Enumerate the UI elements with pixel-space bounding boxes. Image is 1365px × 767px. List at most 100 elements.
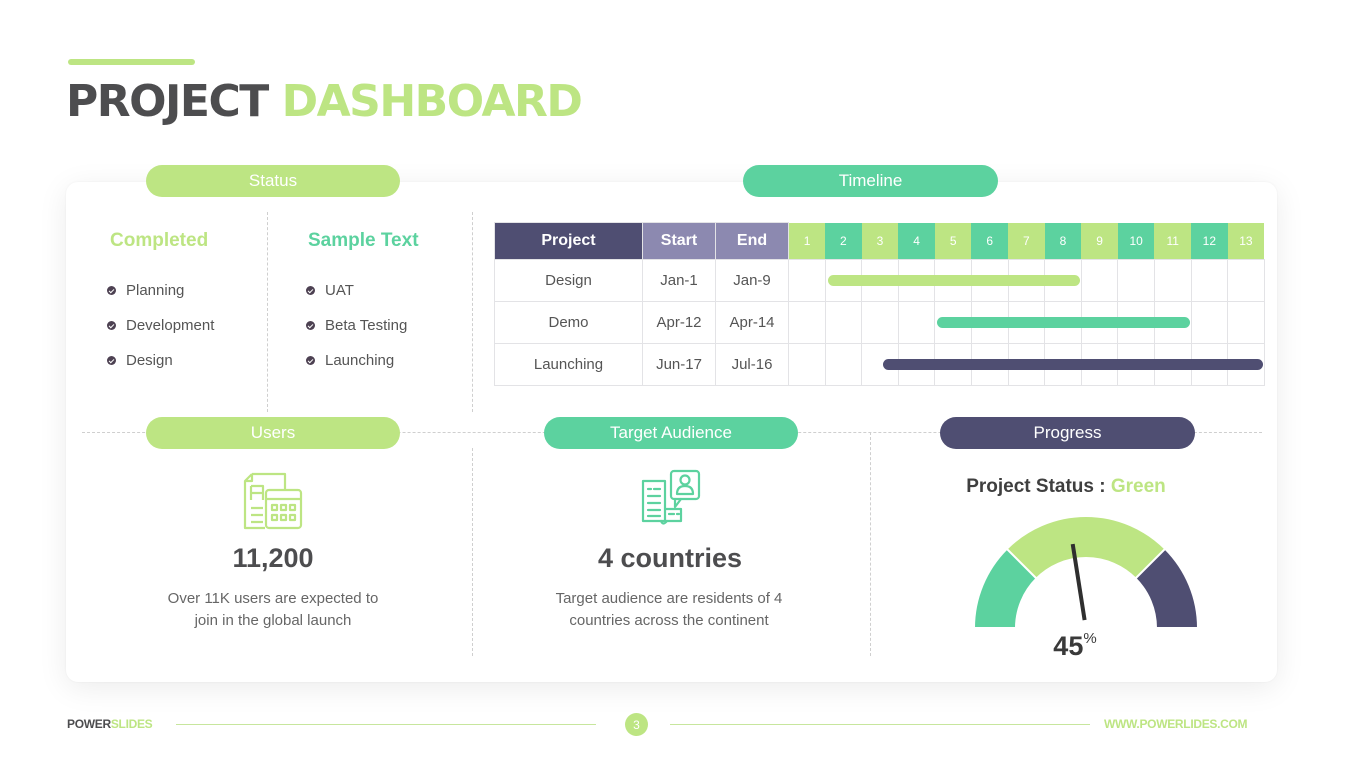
check-circle-icon	[306, 321, 315, 330]
list-item-label: Beta Testing	[325, 317, 408, 334]
footer-url[interactable]: WWW.POWERLIDES.COM	[1104, 717, 1248, 731]
week-header-1: 1	[788, 222, 826, 260]
table-row: Launching Jun-17 Jul-16	[494, 343, 1265, 386]
timeline-pill: Timeline	[743, 165, 998, 197]
list-item: UAT	[306, 273, 407, 308]
footer-line-right	[670, 724, 1090, 725]
check-circle-icon	[306, 356, 315, 365]
week-cell	[788, 259, 1080, 302]
week-header-12: 12	[1191, 222, 1228, 260]
week-cell	[897, 301, 936, 344]
week-header-7: 7	[1008, 222, 1045, 260]
progress-gauge	[972, 515, 1200, 629]
project-status-label: Project Status :	[966, 476, 1106, 497]
users-pill: Users	[146, 417, 400, 449]
users-count: 11,200	[232, 543, 314, 573]
target-audience-pill: Target Audience	[544, 417, 798, 449]
footer-brand: POWERSLIDES	[67, 717, 153, 731]
week-cell	[824, 301, 863, 344]
status-pill: Status	[146, 165, 400, 197]
end-column-header: End	[715, 222, 789, 260]
audience-description-line-2: countries across the continent	[569, 612, 769, 629]
users-description-line-2: join in the global launch	[194, 612, 352, 629]
start-cell: Apr-12	[642, 301, 716, 344]
users-description-line-1: Over 11K users are expected to	[167, 590, 379, 607]
brand-part-2: SLIDES	[110, 717, 153, 731]
week-header-6: 6	[971, 222, 1009, 260]
list-item: Planning	[107, 273, 214, 308]
audience-description-line-1: Target audience are residents of 4	[555, 590, 783, 607]
end-cell: Apr-14	[715, 301, 789, 344]
week-header-4: 4	[898, 222, 935, 260]
users-audience-divider	[472, 448, 473, 656]
status-timeline-divider	[472, 212, 473, 412]
progress-pill: Progress	[940, 417, 1195, 449]
week-header-10: 10	[1117, 222, 1155, 260]
project-cell: Design	[494, 259, 643, 302]
week-header-13: 13	[1227, 222, 1265, 260]
week-header-2: 2	[825, 222, 862, 260]
list-item: Design	[107, 343, 214, 378]
week-cell	[788, 343, 1263, 386]
list-item-label: Design	[126, 352, 173, 369]
audience-description: Target audience are residents of 4 count…	[519, 588, 819, 632]
gauge-segment-mid	[1005, 515, 1167, 580]
week-cell	[1080, 259, 1119, 302]
brand-part-1: POWER	[67, 717, 111, 731]
spreadsheet-calculator-icon	[243, 472, 303, 530]
completed-list: Planning Development Design	[107, 273, 214, 378]
progress-pill-label: Progress	[1033, 423, 1102, 442]
check-circle-icon	[306, 286, 315, 295]
week-cell	[1153, 259, 1192, 302]
progress-percent-value: 45	[1053, 631, 1084, 661]
list-item-label: UAT	[325, 282, 354, 299]
project-cell: Launching	[494, 343, 643, 386]
gantt-bar	[882, 359, 1263, 370]
page-number: 3	[625, 713, 648, 736]
week-header-9: 9	[1081, 222, 1118, 260]
timeline-pill-label: Timeline	[838, 171, 903, 190]
check-circle-icon	[107, 356, 116, 365]
table-row: Demo Apr-12 Apr-14	[494, 301, 1265, 344]
week-cell	[1227, 301, 1265, 344]
end-cell: Jul-16	[715, 343, 789, 386]
list-item: Beta Testing	[306, 308, 407, 343]
start-column-header: Start	[642, 222, 716, 260]
completed-heading: Completed	[110, 230, 209, 251]
week-cell	[1227, 259, 1265, 302]
list-item: Launching	[306, 343, 407, 378]
list-item: Development	[107, 308, 214, 343]
users-pill-label: Users	[250, 423, 296, 442]
check-circle-icon	[107, 321, 116, 330]
project-status-value: Green	[1110, 476, 1166, 497]
status-pill-label: Status	[248, 171, 298, 190]
status-column-divider	[267, 212, 268, 412]
users-description: Over 11K users are expected to join in t…	[123, 588, 423, 632]
footer-line-left	[176, 724, 596, 725]
audience-count: 4 countries	[597, 543, 743, 573]
list-item-label: Launching	[325, 352, 395, 369]
audience-progress-divider	[870, 432, 871, 656]
progress-percent: 45%	[1030, 630, 1120, 662]
list-item-label: Planning	[126, 282, 185, 299]
list-item-label: Development	[126, 317, 215, 334]
week-header-11: 11	[1154, 222, 1192, 260]
check-circle-icon	[107, 286, 116, 295]
week-cell	[824, 343, 863, 386]
week-cell	[1190, 259, 1229, 302]
week-cell	[1190, 301, 1229, 344]
project-column-header: Project	[494, 222, 643, 260]
gantt-bar	[937, 317, 1190, 328]
title-accent-line	[68, 59, 195, 65]
week-header-5: 5	[934, 222, 972, 260]
page-title: PROJECT DASHBOARD	[66, 76, 583, 128]
book-profile-icon	[641, 469, 701, 525]
table-row: Design Jan-1 Jan-9	[494, 259, 1265, 302]
target-audience-pill-label: Target Audience	[610, 423, 732, 442]
week-cell	[788, 301, 1190, 344]
end-cell: Jan-9	[715, 259, 789, 302]
title-part-1: PROJECT	[66, 76, 269, 127]
week-cell	[861, 301, 899, 344]
percent-sign: %	[1083, 630, 1097, 647]
week-header-3: 3	[861, 222, 899, 260]
